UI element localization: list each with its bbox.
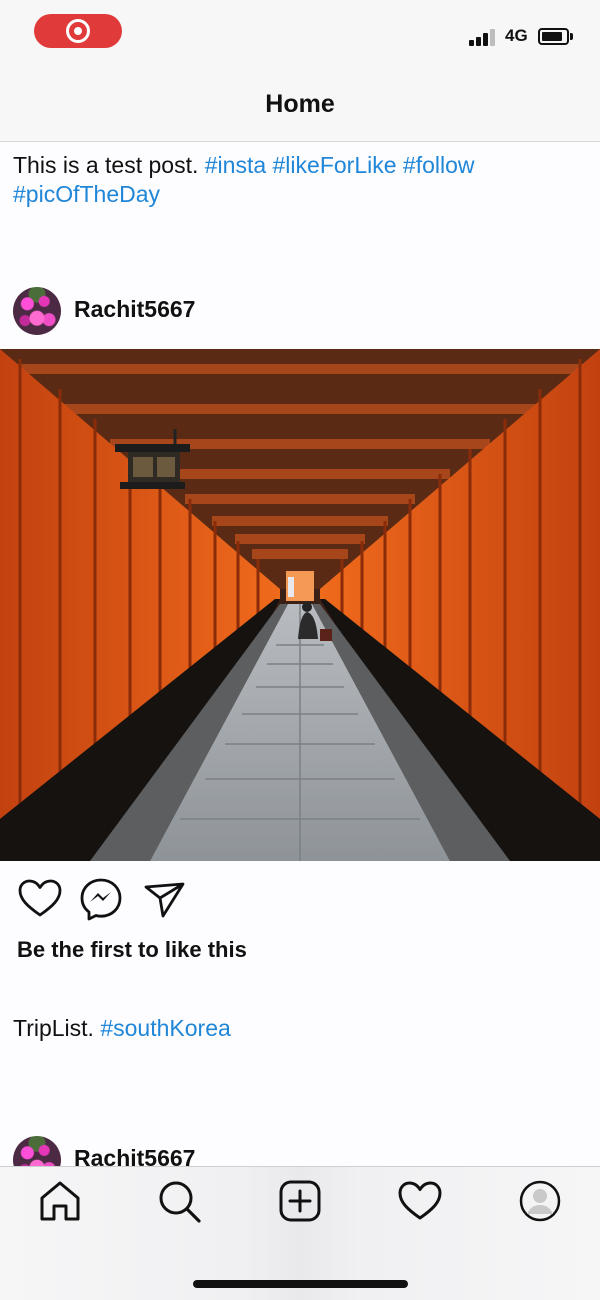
status-bar: 4G (0, 0, 600, 70)
likes-count-text[interactable]: Be the first to like this (17, 937, 247, 963)
send-icon[interactable] (141, 876, 187, 922)
heart-icon[interactable] (17, 876, 63, 922)
caption-hashtags[interactable]: #southKorea (100, 1015, 230, 1041)
record-icon (66, 19, 90, 43)
screen-recording-indicator[interactable] (34, 14, 122, 48)
network-type: 4G (505, 26, 528, 45)
post-username[interactable]: Rachit5667 (74, 296, 195, 323)
activity-heart-icon[interactable] (396, 1177, 444, 1225)
caption-text: TripList. (13, 1015, 94, 1041)
messenger-icon[interactable] (78, 876, 124, 922)
navigation-header: Home (0, 70, 600, 142)
post-header: Rachit5667 (0, 287, 600, 347)
search-icon[interactable] (155, 1177, 203, 1225)
caption-hashtags[interactable]: #picOfTheDay (13, 181, 160, 207)
cellular-signal-icon (469, 28, 497, 46)
caption-hashtags[interactable]: #insta #likeForLike #follow (205, 152, 475, 178)
torii-gates-photo (0, 349, 600, 861)
caption-text: This is a test post. (13, 152, 199, 178)
page-title: Home (265, 90, 335, 118)
app-screen: 4G Home This is a test post. #insta #lik… (0, 0, 600, 1300)
add-post-icon[interactable] (276, 1177, 324, 1225)
profile-icon[interactable] (516, 1177, 564, 1225)
post-image[interactable] (0, 349, 600, 861)
post-caption: TripList. #southKorea (13, 1014, 573, 1043)
battery-icon (538, 28, 573, 45)
home-indicator[interactable] (193, 1280, 408, 1288)
post-caption: This is a test post. #insta #likeForLike… (13, 151, 573, 209)
home-icon[interactable] (36, 1177, 84, 1225)
bottom-tab-bar (0, 1166, 600, 1300)
avatar[interactable] (13, 287, 61, 335)
post-actions (0, 876, 600, 926)
